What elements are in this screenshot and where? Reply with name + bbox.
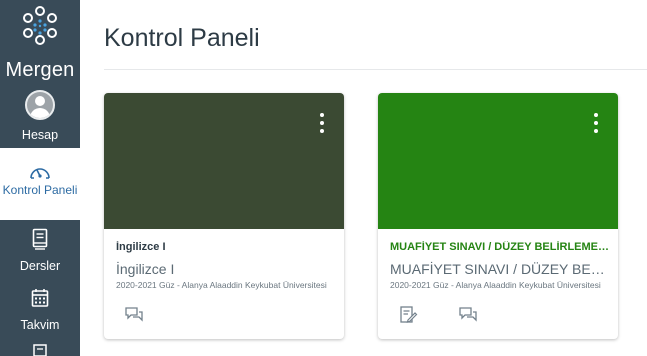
global-navigation: Mergen Hesap Kontrol Paneli Dersler Takv… bbox=[0, 0, 80, 356]
nav-item-hesap-label: Hesap bbox=[21, 128, 59, 142]
course-card-hero[interactable] bbox=[104, 93, 344, 229]
course-card-term: 2020-2021 Güz - Alanya Alaaddin Keykubat… bbox=[390, 280, 601, 290]
inbox-icon bbox=[33, 344, 47, 356]
assignments-icon[interactable] bbox=[398, 305, 418, 325]
nav-item-dersler-label: Dersler bbox=[19, 259, 61, 273]
logo-label: Mergen bbox=[5, 59, 75, 81]
mergen-logo-icon bbox=[23, 6, 57, 45]
courses-icon bbox=[32, 228, 48, 250]
nav-item-takvim-label: Takvim bbox=[20, 318, 60, 332]
dashboard-icon bbox=[30, 168, 50, 179]
logo[interactable]: Mergen bbox=[0, 0, 80, 92]
course-card-code: İngilizce I bbox=[116, 261, 175, 277]
course-card[interactable]: İngilizce I İngilizce I 2020-2021 Güz - … bbox=[104, 93, 344, 339]
nav-item-kontrol-paneli-label: Kontrol Paneli bbox=[2, 183, 78, 197]
page-title: Kontrol Paneli bbox=[104, 24, 260, 52]
more-options-icon[interactable] bbox=[318, 111, 326, 135]
course-card-hero[interactable] bbox=[378, 93, 618, 229]
course-card-name[interactable]: İngilizce I bbox=[116, 241, 336, 253]
nav-item-hesap[interactable]: Hesap bbox=[0, 89, 80, 147]
discussions-icon[interactable] bbox=[124, 305, 144, 325]
course-card-term: 2020-2021 Güz - Alanya Alaaddin Keykubat… bbox=[116, 280, 327, 290]
calendar-icon bbox=[31, 289, 49, 307]
course-card-name[interactable]: MUAFİYET SINAVI / DÜZEY BELİRLEME SINAVI bbox=[390, 241, 610, 253]
nav-item-kontrol-paneli[interactable]: Kontrol Paneli bbox=[0, 148, 80, 220]
more-options-icon[interactable] bbox=[592, 111, 600, 135]
avatar-icon bbox=[25, 90, 55, 120]
course-card-code: MUAFİYET SINAVI / DÜZEY BELİRLEME SINAVI bbox=[390, 261, 612, 277]
discussions-icon[interactable] bbox=[458, 305, 478, 325]
header-divider bbox=[104, 69, 647, 70]
nav-item-inbox[interactable] bbox=[0, 340, 80, 356]
nav-item-dersler[interactable]: Dersler bbox=[0, 224, 80, 280]
nav-item-takvim[interactable]: Takvim bbox=[0, 286, 80, 336]
course-card[interactable]: MUAFİYET SINAVI / DÜZEY BELİRLEME SINAVI… bbox=[378, 93, 618, 339]
app-window: Mergen Hesap Kontrol Paneli Dersler Takv… bbox=[0, 0, 647, 356]
